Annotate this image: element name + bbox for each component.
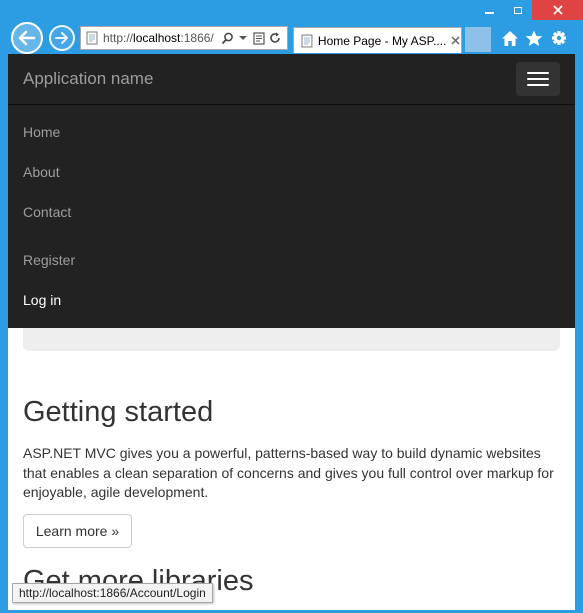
nav-link-home[interactable]: Home	[23, 124, 60, 140]
new-tab-button[interactable]	[465, 27, 491, 52]
forward-button[interactable]	[49, 25, 75, 51]
star-icon	[525, 30, 543, 46]
home-icon	[502, 30, 518, 46]
nav-link-register[interactable]: Register	[23, 252, 75, 268]
tab-title: Home Page - My ASP....	[317, 33, 447, 48]
page-viewport: Application name Home About Contact Regi…	[8, 54, 575, 610]
hamburger-icon	[527, 72, 549, 74]
favorites-button[interactable]	[524, 28, 544, 48]
forward-arrow-icon	[55, 32, 68, 44]
back-arrow-icon	[18, 30, 36, 46]
tab-close-button[interactable]	[449, 35, 461, 47]
learn-more-button[interactable]: Learn more »	[23, 514, 132, 548]
page-icon	[301, 34, 313, 47]
search-button[interactable]	[220, 30, 234, 46]
url-host: localhost	[133, 31, 181, 45]
minimize-icon	[485, 12, 494, 14]
url-prefix: http://	[103, 31, 134, 45]
nav-link-login[interactable]: Log in	[23, 292, 61, 308]
hamburger-icon	[527, 84, 549, 86]
browser-window: http://localhost:1866/ Home Page - My AS…	[0, 0, 583, 613]
navbar: Application name Home About Contact Regi…	[8, 54, 575, 328]
navbar-brand[interactable]: Application name	[23, 69, 153, 89]
refresh-button[interactable]	[268, 30, 282, 46]
gear-icon	[552, 31, 566, 45]
close-window-button[interactable]	[532, 0, 583, 20]
nav-link-about[interactable]: About	[23, 164, 60, 180]
refresh-icon	[270, 32, 280, 43]
address-bar[interactable]: http://localhost:1866/	[80, 26, 288, 50]
maximize-button[interactable]	[504, 0, 532, 20]
back-button[interactable]	[11, 22, 43, 54]
close-window-icon	[552, 5, 563, 15]
search-icon	[221, 32, 233, 44]
page-icon	[86, 31, 98, 45]
maximize-icon	[514, 6, 522, 14]
minimize-button[interactable]	[475, 0, 504, 20]
compatibility-view-icon	[253, 31, 265, 45]
address-url[interactable]: http://localhost:1866/	[103, 31, 218, 45]
home-button[interactable]	[500, 28, 520, 48]
navbar-divider	[8, 104, 575, 105]
settings-button[interactable]	[549, 28, 569, 48]
hamburger-icon	[527, 78, 549, 80]
compatibility-view-button[interactable]	[252, 30, 266, 46]
jumbotron	[23, 328, 560, 351]
getting-started-heading: Getting started	[23, 396, 214, 428]
address-dropdown-button[interactable]	[236, 30, 250, 46]
close-icon	[451, 36, 460, 45]
navbar-toggle-button[interactable]	[516, 62, 560, 96]
tab-home-page[interactable]: Home Page - My ASP....	[293, 27, 462, 53]
nav-link-contact[interactable]: Contact	[23, 204, 71, 220]
chevron-down-icon	[239, 36, 247, 40]
getting-started-text: ASP.NET MVC gives you a powerful, patter…	[23, 445, 554, 500]
status-url-tooltip: http://localhost:1866/Account/Login	[12, 583, 213, 603]
url-rest: :1866/	[180, 31, 214, 45]
